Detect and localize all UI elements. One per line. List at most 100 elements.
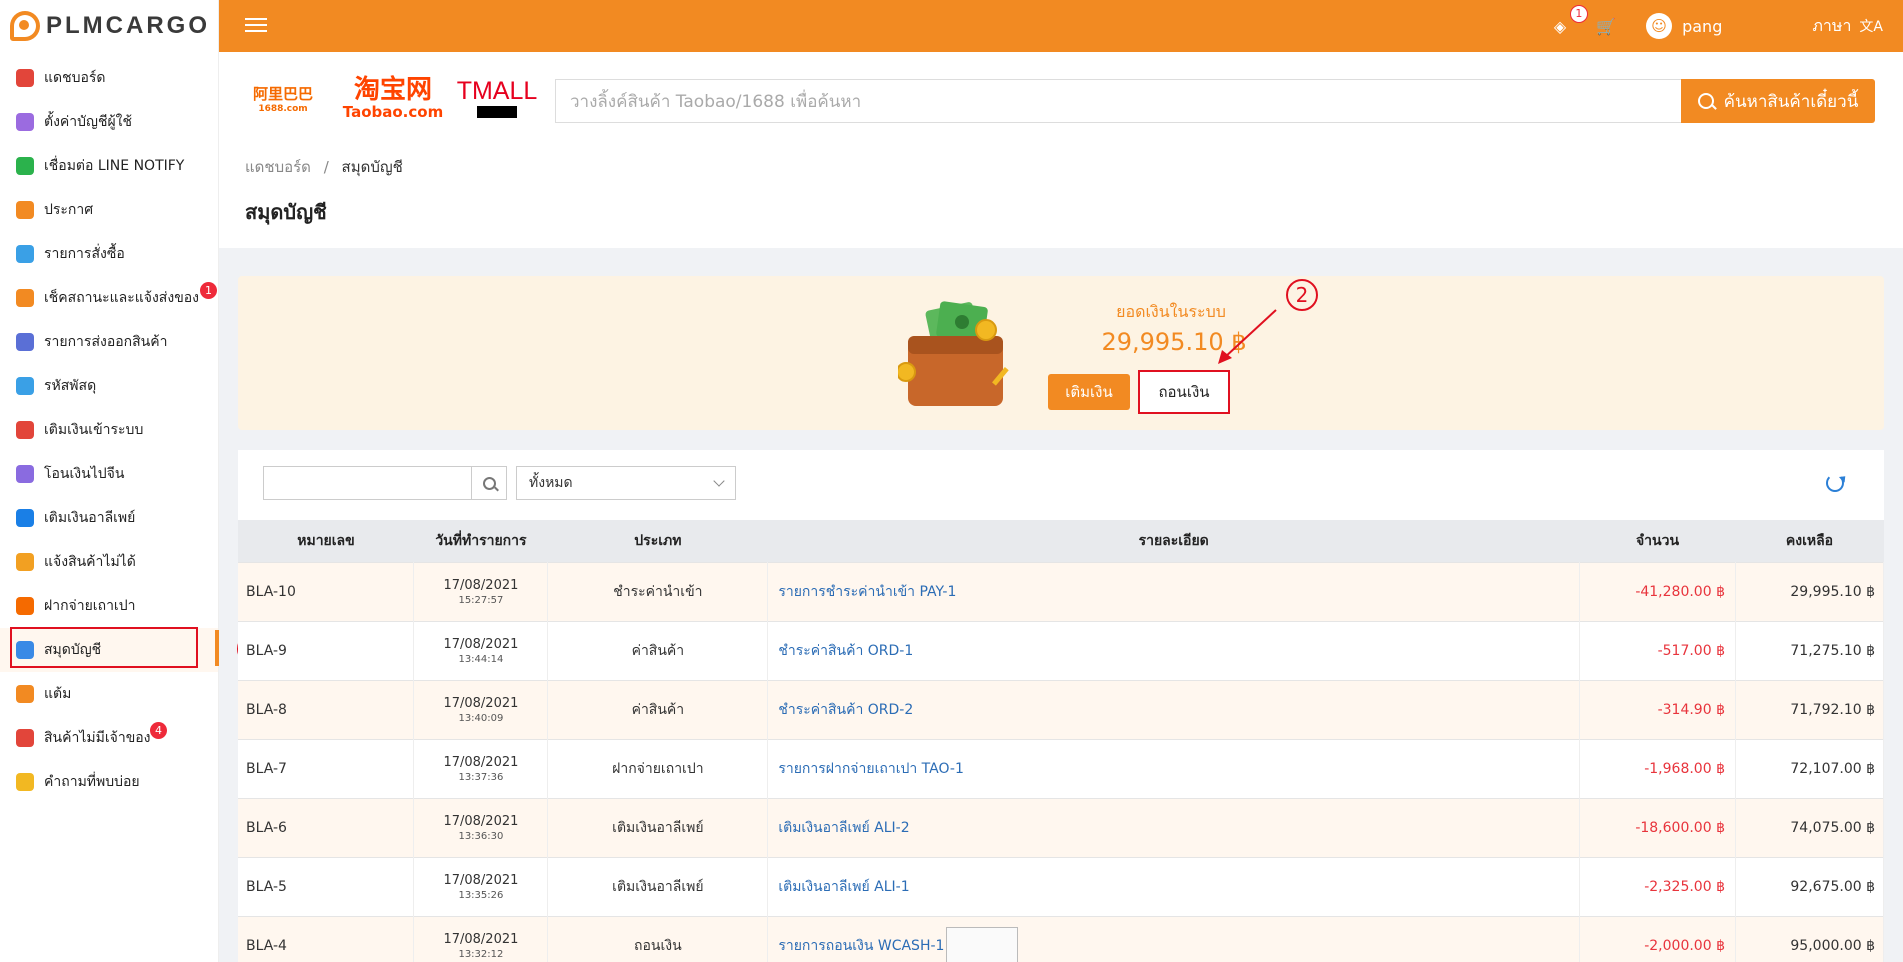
topup-button[interactable]: เติมเงิน (1048, 374, 1130, 410)
question-icon (16, 773, 34, 791)
row-balance: 74,075.00 ฿ (1735, 797, 1885, 857)
brand-taobao-en: Taobao.com (342, 103, 444, 121)
sidebar-item[interactable]: ตั้งค่าบัญชีผู้ใช้ (0, 100, 218, 144)
sidebar-item[interactable]: โอนเงินไปจีน (0, 452, 218, 496)
sidebar-item[interactable]: รหัสพัสดุ (0, 364, 218, 408)
search-input[interactable]: วางลิ้งค์สินค้า Taobao/1688 เพื่อค้นหา (555, 79, 1681, 123)
search-placeholder: วางลิ้งค์สินค้า Taobao/1688 เพื่อค้นหา (570, 91, 862, 112)
breadcrumb-current: สมุดบัญชี (341, 158, 403, 176)
user-settings-icon (16, 113, 34, 131)
menu-toggle-icon[interactable] (245, 14, 267, 36)
brand-1688-logo[interactable]: 阿里巴巴 1688.com (245, 78, 321, 118)
row-time: 13:32:12 (458, 948, 504, 960)
filter-search-input[interactable] (263, 466, 471, 500)
language-label: ภาษา (1812, 15, 1852, 35)
row-detail-link[interactable]: ชำระค่าสินค้า ORD-1 (778, 643, 913, 659)
sidebar-item-label: รหัสพัสดุ (44, 378, 97, 394)
row-type: ถอนเงิน (547, 915, 769, 962)
sidebar-item[interactable]: เติมเงินอาลีเพย์ (0, 496, 218, 540)
row-date-cell: 17/08/2021 13:44:14 (413, 620, 549, 680)
table-row[interactable]: BLA-7 17/08/2021 13:37:36 ฝากจ่ายเถาเปา รายก… (238, 738, 1885, 798)
row-date-cell: 17/08/2021 13:37:36 (413, 738, 549, 798)
piggy-bank-icon (16, 421, 34, 439)
row-type: เติมเงินอาลีเพย์ (547, 797, 769, 857)
search-button[interactable]: ค้นหาสินค้าเดี๋ยวนี้ (1681, 79, 1875, 123)
sidebar-item-label: รายการสั่งซื้อ (44, 246, 125, 262)
sidebar-item[interactable]: แจ้งสินค้าไม่ได้ (0, 540, 218, 584)
cart-icon: 🛒 (1596, 16, 1617, 36)
sidebar-item[interactable]: แดชบอร์ด (0, 56, 218, 100)
sidebar-item-label: ฝากจ่ายเถาเปา (44, 598, 136, 614)
table-row[interactable]: BLA-4 17/08/2021 13:32:12 ถอนเงิน รายการถอนเ… (238, 915, 1885, 962)
truck-icon (16, 289, 34, 307)
sidebar-item[interactable]: ประกาศ (0, 188, 218, 232)
user-name: pang (1682, 16, 1723, 36)
sidebar-item-label: ตั้งค่าบัญชีผู้ใช้ (44, 114, 133, 130)
row-time: 13:44:14 (458, 653, 504, 665)
brand-tmall-text: TMALL (456, 77, 538, 105)
shopping-bag-icon (16, 245, 34, 263)
table-row[interactable]: BLA-8 17/08/2021 13:40:09 ค่าสินค้า ชำระค่าส… (238, 679, 1885, 739)
table-row[interactable]: BLA-5 17/08/2021 13:35:26 เติมเงินอาลีเพย์เ… (238, 856, 1885, 916)
row-number: BLA-8 (238, 679, 415, 739)
row-amount: -2,000.00 ฿ (1579, 915, 1736, 962)
ledger-table-body: BLA-10 17/08/2021 15:27:57 ชำระค่านำเข้า ราย… (238, 561, 1885, 962)
sidebar-item[interactable]: รายการส่งออกสินค้า (0, 320, 218, 364)
brand-taobao-logo[interactable]: 淘宝网 Taobao.com (342, 76, 444, 121)
cart-button[interactable]: 🛒 (1596, 17, 1616, 36)
table-header-row: หมายเลข วันที่ทำรายการ ประเภท รายละเอียด… (238, 520, 1884, 562)
filter-search-button[interactable] (471, 466, 507, 500)
sidebar-item[interactable]: รายการสั่งซื้อ (0, 232, 218, 276)
logo-text: PLMCARGO (46, 12, 210, 39)
table-row[interactable]: BLA-10 17/08/2021 15:27:57 ชำระค่านำเข้า ราย… (238, 561, 1885, 621)
sidebar-item-label: เชื่อมต่อ LINE NOTIFY (44, 158, 185, 174)
user-menu[interactable]: ☺ pang (1646, 13, 1722, 39)
refresh-icon[interactable] (1826, 474, 1844, 492)
sidebar-item-label: เติมเงินอาลีเพย์ (44, 510, 136, 526)
sidebar-item-label: แจ้งสินค้าไม่ได้ (44, 554, 136, 570)
row-detail-link[interactable]: เติมเงินอาลีเพย์ ALI-1 (778, 879, 909, 895)
table-row[interactable]: BLA-6 17/08/2021 13:36:30 เติมเงินอาลีเพย์เ… (238, 797, 1885, 857)
sidebar-item[interactable]: คำถามที่พบบ่อย (0, 760, 218, 804)
brand-tmall-logo[interactable]: TMALL (456, 77, 538, 118)
notification-badge: 1 (200, 282, 217, 299)
logo[interactable]: PLMCARGO (0, 0, 218, 52)
row-detail-link[interactable]: เติมเงินอาลีเพย์ ALI-2 (778, 820, 909, 836)
row-balance: 95,000.00 ฿ (1735, 915, 1885, 962)
sidebar-item[interactable]: เชื่อมต่อ LINE NOTIFY (0, 144, 218, 188)
row-detail-link[interactable]: ชำระค่าสินค้า ORD-2 (778, 702, 913, 718)
table-row[interactable]: BLA-9 17/08/2021 13:44:14 ค่าสินค้า ชำระค่าส… (238, 620, 1885, 680)
layers-button[interactable]: ◈ 1 (1553, 4, 1588, 36)
language-button[interactable]: ภาษา 文A (1812, 14, 1883, 39)
sidebar-item[interactable]: เติมเงินเข้าระบบ (0, 408, 218, 452)
sidebar-item[interactable]: สินค้าไม่มีเจ้าของ 4 (0, 716, 218, 760)
row-detail-link[interactable]: รายการฝากจ่ายเถาเปา TAO-1 (778, 761, 964, 777)
col-header-balance: คงเหลือ (1735, 520, 1884, 562)
sidebar-item[interactable]: ฝากจ่ายเถาเปา (0, 584, 218, 628)
brand-1688-en: 1688.com (258, 103, 308, 114)
attachment-thumbnail[interactable] (946, 926, 1019, 962)
wallet-icon (898, 301, 1009, 406)
sidebar-item-label: สินค้าไม่มีเจ้าของ (44, 730, 151, 746)
row-detail-link[interactable]: รายการชำระค่านำเข้า PAY-1 (778, 584, 956, 600)
row-detail-link[interactable]: รายการถอนเงิน WCASH-1 (778, 938, 944, 954)
row-detail-cell: ชำระค่าสินค้า ORD-2 (767, 679, 1581, 739)
layers-icon: ◈ (1553, 16, 1567, 36)
sidebar-item[interactable]: สมุดบัญชี (0, 628, 218, 672)
logo-icon (10, 11, 40, 41)
sidebar-item[interactable]: แต้ม (0, 672, 218, 716)
row-date: 17/08/2021 (443, 813, 519, 829)
type-filter-value: ทั้งหมด (529, 475, 573, 491)
sidebar-item[interactable]: เช็คสถานะและแจ้งส่งของ 1 (0, 276, 218, 320)
sidebar-item-label: สมุดบัญชี (44, 642, 102, 658)
row-number: BLA-10 (238, 561, 415, 621)
breadcrumb: แดชบอร์ด / สมุดบัญชี (245, 155, 403, 179)
withdraw-button[interactable]: ถอนเงิน (1138, 370, 1230, 414)
breadcrumb-home[interactable]: แดชบอร์ด (245, 158, 311, 176)
ledger-panel: ทั้งหมด หมายเลข วันที่ทำรายการ ประเภท รา… (238, 450, 1885, 962)
type-filter-select[interactable]: ทั้งหมด (516, 466, 736, 500)
row-date: 17/08/2021 (443, 636, 519, 652)
row-type: ค่าสินค้า (547, 620, 769, 680)
row-time: 13:35:26 (458, 889, 504, 901)
row-amount: -517.00 ฿ (1579, 620, 1736, 680)
